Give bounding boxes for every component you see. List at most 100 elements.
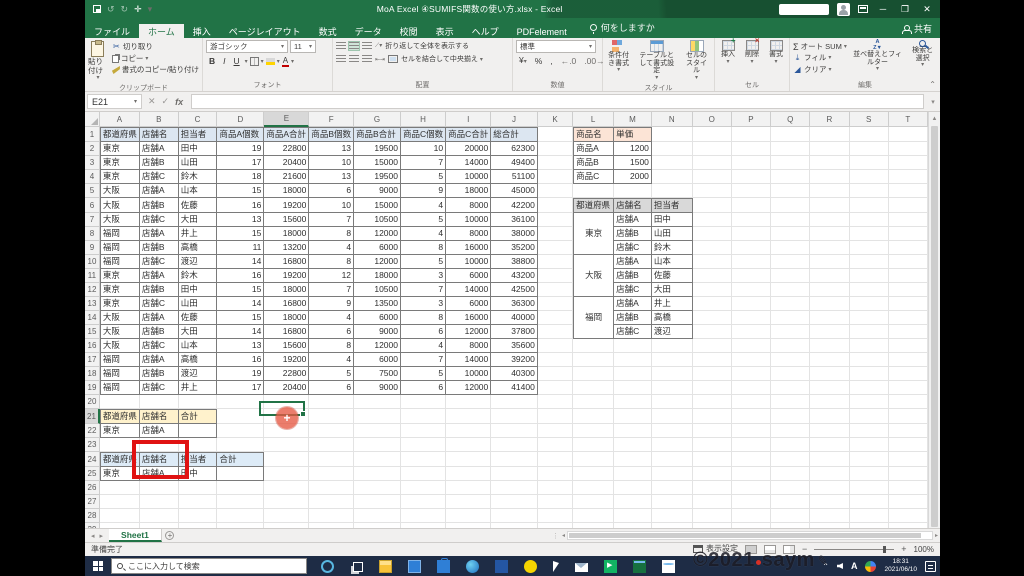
cell-D28[interactable]	[217, 509, 265, 523]
photos-icon[interactable]	[408, 559, 421, 573]
cell-T11[interactable]	[888, 269, 928, 283]
cell-I14[interactable]: 16000	[446, 311, 492, 325]
cell-R16[interactable]	[810, 339, 850, 353]
row-header-18[interactable]: 18	[85, 367, 100, 381]
cell-K6[interactable]	[537, 198, 574, 213]
cell-E3[interactable]: 20400	[264, 156, 310, 170]
cell-I10[interactable]: 10000	[446, 255, 492, 269]
cell-M17[interactable]	[614, 353, 652, 367]
cell-P18[interactable]	[731, 367, 772, 381]
cell-P14[interactable]	[731, 311, 772, 325]
cell-D24[interactable]: 合計	[217, 452, 265, 467]
fill-color-icon[interactable]	[265, 58, 275, 65]
cell-I13[interactable]: 6000	[446, 297, 492, 311]
cell-I4[interactable]: 10000	[446, 170, 492, 184]
cell-P25[interactable]	[731, 467, 772, 481]
cell-E23[interactable]	[264, 438, 310, 452]
cell-I27[interactable]	[446, 495, 492, 509]
cell-I16[interactable]: 8000	[446, 339, 492, 353]
sheet-next-icon[interactable]: ▸	[100, 532, 104, 540]
add-sheet-button[interactable]: +	[162, 529, 178, 542]
cell-P15[interactable]	[731, 325, 772, 339]
cell-T5[interactable]	[888, 184, 928, 198]
cell-M22[interactable]	[614, 424, 652, 438]
cell-L26[interactable]	[573, 481, 615, 495]
cell-F13[interactable]: 9	[309, 297, 355, 311]
cell-H22[interactable]	[400, 424, 447, 438]
row-header-10[interactable]: 10	[85, 255, 100, 269]
store-icon[interactable]	[437, 557, 450, 573]
cell-L21[interactable]	[573, 409, 615, 424]
row-header-27[interactable]: 27	[85, 495, 100, 509]
cell-N18[interactable]	[651, 367, 693, 381]
cell-A27[interactable]	[99, 495, 140, 509]
cell-H12[interactable]: 7	[400, 283, 447, 297]
cell-R12[interactable]	[810, 283, 850, 297]
cell-O16[interactable]	[692, 339, 732, 353]
underline-button[interactable]: U	[231, 55, 243, 68]
cell-L4[interactable]: 商品C	[573, 170, 615, 184]
cell-G1[interactable]: 商品B合計	[354, 127, 401, 142]
wrap-text-button[interactable]: 折り返して全体を表示する	[385, 41, 469, 51]
cell-P9[interactable]	[731, 241, 772, 255]
cell-Q25[interactable]	[771, 467, 811, 481]
cell-S13[interactable]	[849, 297, 889, 311]
col-header-T[interactable]: T	[888, 112, 928, 127]
cell-G11[interactable]: 18000	[354, 269, 401, 283]
cell-L13[interactable]: 福岡	[573, 297, 615, 339]
cell-D2[interactable]: 19	[217, 142, 265, 156]
cell-C13[interactable]: 山田	[178, 297, 218, 311]
align-middle-icon[interactable]	[348, 41, 360, 51]
cell-B29[interactable]	[140, 523, 179, 528]
cell-A11[interactable]: 東京	[99, 269, 140, 283]
cell-F26[interactable]	[309, 481, 355, 495]
cell-M3[interactable]: 1500	[614, 156, 652, 170]
cell-P22[interactable]	[731, 424, 772, 438]
cell-O19[interactable]	[692, 381, 732, 395]
cell-C18[interactable]: 渡辺	[178, 367, 218, 381]
cell-C2[interactable]: 田中	[178, 142, 218, 156]
cell-Q15[interactable]	[771, 325, 811, 339]
copy-button[interactable]: コピー ▾	[111, 54, 199, 64]
cell-K8[interactable]	[537, 227, 574, 241]
cell-J15[interactable]: 37800	[491, 325, 538, 339]
cell-I3[interactable]: 14000	[446, 156, 492, 170]
cell-C10[interactable]: 渡辺	[178, 255, 218, 269]
undo-icon[interactable]: ↺	[107, 4, 115, 14]
cell-N17[interactable]	[651, 353, 693, 367]
cell-R9[interactable]	[810, 241, 850, 255]
cell-N23[interactable]	[651, 438, 693, 452]
cell-E26[interactable]	[264, 481, 310, 495]
cell-B20[interactable]	[139, 395, 179, 409]
cell-E6[interactable]: 19200	[264, 198, 310, 213]
cell-O14[interactable]	[692, 311, 732, 325]
cell-E14[interactable]: 18000	[264, 311, 310, 325]
cell-N6[interactable]: 担当者	[651, 198, 693, 213]
cell-A18[interactable]: 福岡	[99, 367, 140, 381]
cell-E5[interactable]: 18000	[264, 184, 310, 198]
scroll-splitter[interactable]: ⋮	[552, 532, 560, 540]
cell-D9[interactable]: 11	[217, 241, 265, 255]
cell-G24[interactable]	[354, 452, 401, 467]
cell-K29[interactable]	[538, 523, 574, 528]
cell-S8[interactable]	[849, 227, 889, 241]
cell-T21[interactable]	[888, 409, 928, 424]
scroll-up-icon[interactable]: ▲	[929, 112, 940, 125]
cell-T29[interactable]	[889, 523, 928, 528]
cell-G8[interactable]: 12000	[354, 227, 401, 241]
cell-C8[interactable]: 井上	[178, 227, 218, 241]
cell-N8[interactable]: 山田	[651, 227, 693, 241]
col-header-K[interactable]: K	[537, 112, 574, 127]
cell-G5[interactable]: 9000	[354, 184, 401, 198]
cell-E28[interactable]	[264, 509, 310, 523]
cell-S17[interactable]	[849, 353, 889, 367]
cell-D20[interactable]	[217, 395, 265, 409]
cell-J3[interactable]: 49400	[491, 156, 538, 170]
row-header-1[interactable]: 1	[85, 127, 100, 142]
cell-G14[interactable]: 6000	[354, 311, 401, 325]
cell-K15[interactable]	[537, 325, 574, 339]
cell-A28[interactable]	[99, 509, 140, 523]
cell-Q23[interactable]	[771, 438, 811, 452]
cell-J1[interactable]: 総合計	[491, 127, 538, 142]
cell-S19[interactable]	[849, 381, 889, 395]
